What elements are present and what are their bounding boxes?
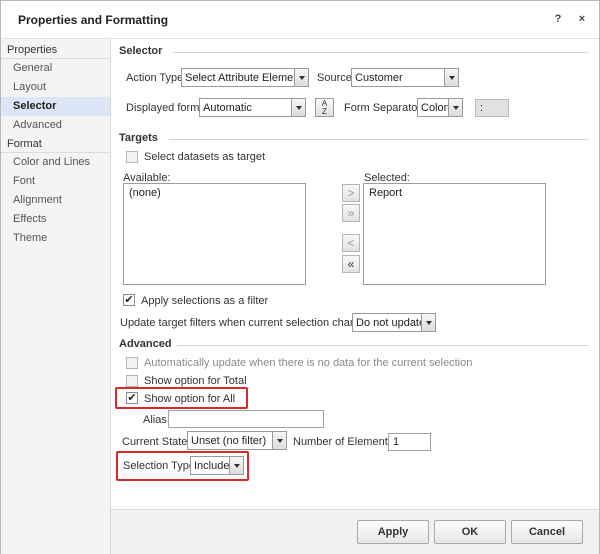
num-elements-label: Number of Elements: [293,436,397,448]
sort-az-icon[interactable]: AZ [315,98,334,117]
chevron-down-icon [291,99,305,116]
title-bar: Properties and Formatting ? × [1,1,599,39]
highlight-selection-type [116,451,249,481]
list-item[interactable]: (none) [129,187,300,199]
source-value: Customer [355,72,403,84]
chevron-down-icon [421,314,435,331]
sidebar-category-properties: Properties [1,41,110,59]
chevron-down-icon [444,69,458,86]
list-item[interactable]: Report [369,187,540,199]
update-filters-label: Update target filters when current selec… [120,317,377,329]
action-type-select[interactable]: Select Attribute Element [181,68,309,87]
sidebar-item-selector[interactable]: Selector [1,97,110,116]
selector-panel: Selector Action Type: Select Attribute E… [111,39,599,509]
source-select[interactable]: Customer [351,68,459,87]
sidebar-item-alignment[interactable]: Alignment [1,191,110,210]
close-icon[interactable]: × [575,12,589,26]
section-selector: Selector [119,45,589,59]
form-separator-select[interactable]: Colon [417,98,463,117]
show-total-checkbox[interactable] [126,375,138,387]
select-datasets-checkbox[interactable] [126,151,138,163]
sidebar-item-effects[interactable]: Effects [1,210,110,229]
auto-update-label: Automatically update when there is no da… [144,357,473,369]
alias-label: Alias: [143,414,170,426]
move-all-left-button[interactable]: « [342,255,360,273]
dialog-title: Properties and Formatting [18,13,169,27]
ok-button[interactable]: OK [434,520,506,544]
num-elements-input[interactable]: 1 [388,433,431,451]
sidebar-item-font[interactable]: Font [1,172,110,191]
section-divider [177,345,589,346]
displayed-forms-select[interactable]: Automatic [199,98,306,117]
form-separator-label: Form Separator: [344,102,425,114]
current-state-select[interactable]: Unset (no filter) [187,431,287,450]
cancel-button[interactable]: Cancel [511,520,583,544]
properties-dialog: Properties and Formatting ? × Properties… [0,0,600,554]
section-targets: Targets [119,132,589,146]
selected-listbox[interactable]: Report [363,183,546,285]
form-separator-preview: : [475,99,509,117]
action-type-value: Select Attribute Element [185,72,303,84]
section-advanced-title: Advanced [119,338,172,350]
section-targets-title: Targets [119,132,158,144]
sidebar: Properties General Layout Selector Advan… [1,39,111,554]
show-total-label: Show option for Total [144,375,247,387]
dialog-footer: Apply OK Cancel [111,509,599,554]
available-listbox[interactable]: (none) [123,183,306,285]
sidebar-item-advanced[interactable]: Advanced [1,116,110,135]
sidebar-category-format: Format [1,135,110,153]
update-filters-value: Do not update [356,317,426,329]
action-type-label: Action Type: [126,72,187,84]
apply-filter-checkbox[interactable]: ✔ [123,294,135,306]
select-datasets-label: Select datasets as target [144,151,266,163]
alias-input[interactable] [168,410,324,428]
highlight-show-all [115,387,248,409]
source-label: Source: [317,72,355,84]
move-right-button[interactable]: > [342,184,360,202]
auto-update-checkbox[interactable] [126,357,138,369]
chevron-down-icon [272,432,286,449]
chevron-down-icon [294,69,308,86]
chevron-down-icon [448,99,462,116]
move-all-right-button[interactable]: » [342,204,360,222]
sidebar-item-layout[interactable]: Layout [1,78,110,97]
section-divider [173,52,589,53]
current-state-label: Current State: [122,436,191,448]
form-separator-value: Colon [421,102,450,114]
sidebar-item-color-and-lines[interactable]: Color and Lines [1,153,110,172]
help-icon[interactable]: ? [551,12,565,26]
sidebar-item-general[interactable]: General [1,59,110,78]
displayed-forms-value: Automatic [203,102,252,114]
move-left-button[interactable]: < [342,234,360,252]
update-filters-select[interactable]: Do not update [352,313,436,332]
apply-button[interactable]: Apply [357,520,429,544]
displayed-forms-label: Displayed forms: [126,102,208,114]
sidebar-item-theme[interactable]: Theme [1,229,110,248]
apply-filter-label: Apply selections as a filter [141,295,269,307]
section-advanced: Advanced [119,338,589,352]
current-state-value: Unset (no filter) [191,435,267,447]
section-divider [169,139,589,140]
section-selector-title: Selector [119,45,163,57]
